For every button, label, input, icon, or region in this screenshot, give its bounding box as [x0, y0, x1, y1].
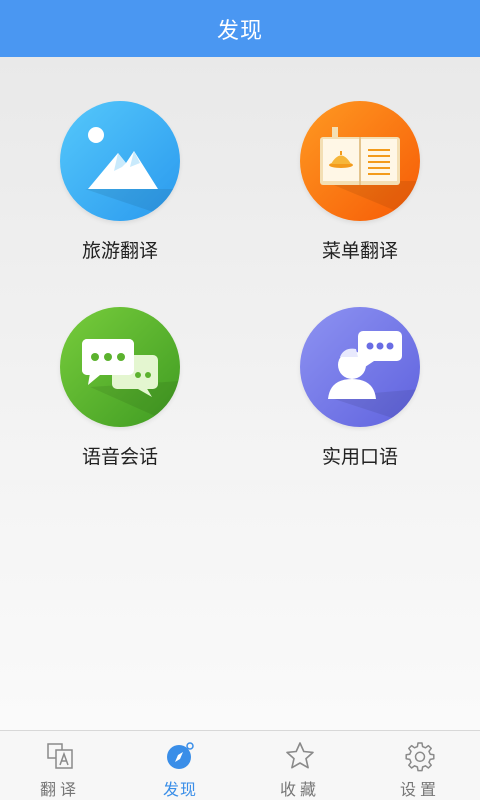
tile-label: 旅游翻译	[81, 240, 158, 262]
tab-translate[interactable]: 翻译	[0, 731, 120, 800]
speaking-person-icon	[300, 307, 420, 427]
tile-travel-translation[interactable]: 旅游翻译	[20, 101, 220, 281]
mountain-landscape-icon	[60, 101, 180, 221]
tile-practical-oral[interactable]: 实用口语	[260, 307, 460, 487]
discover-grid: 旅游翻译 菜单翻译 语音会话 实用口语	[0, 57, 480, 730]
compass-icon	[167, 742, 194, 769]
gear-icon	[405, 742, 435, 772]
chat-bubbles-icon	[60, 307, 180, 427]
tile-label: 实用口语	[321, 446, 398, 468]
tab-favorites[interactable]: 收藏	[240, 731, 360, 800]
tab-discover[interactable]: 发现	[120, 731, 240, 800]
tab-label: 收藏	[279, 780, 320, 799]
bottom-tab-bar: 翻译 发现 收藏 设置	[0, 730, 480, 800]
tab-label: 翻译	[39, 780, 80, 799]
tab-label: 发现	[162, 780, 197, 799]
translate-icon	[47, 743, 73, 769]
tab-label: 设置	[399, 780, 440, 799]
tile-label: 菜单翻译	[321, 240, 398, 262]
tab-settings[interactable]: 设置	[360, 731, 480, 800]
page-title: 发现	[216, 18, 263, 44]
menu-book-icon	[300, 101, 420, 221]
tile-menu-translation[interactable]: 菜单翻译	[260, 101, 460, 281]
tile-label: 语音会话	[81, 446, 158, 468]
star-icon	[286, 742, 314, 769]
app-header: 发现	[0, 0, 480, 57]
tile-voice-conversation[interactable]: 语音会话	[20, 307, 220, 487]
